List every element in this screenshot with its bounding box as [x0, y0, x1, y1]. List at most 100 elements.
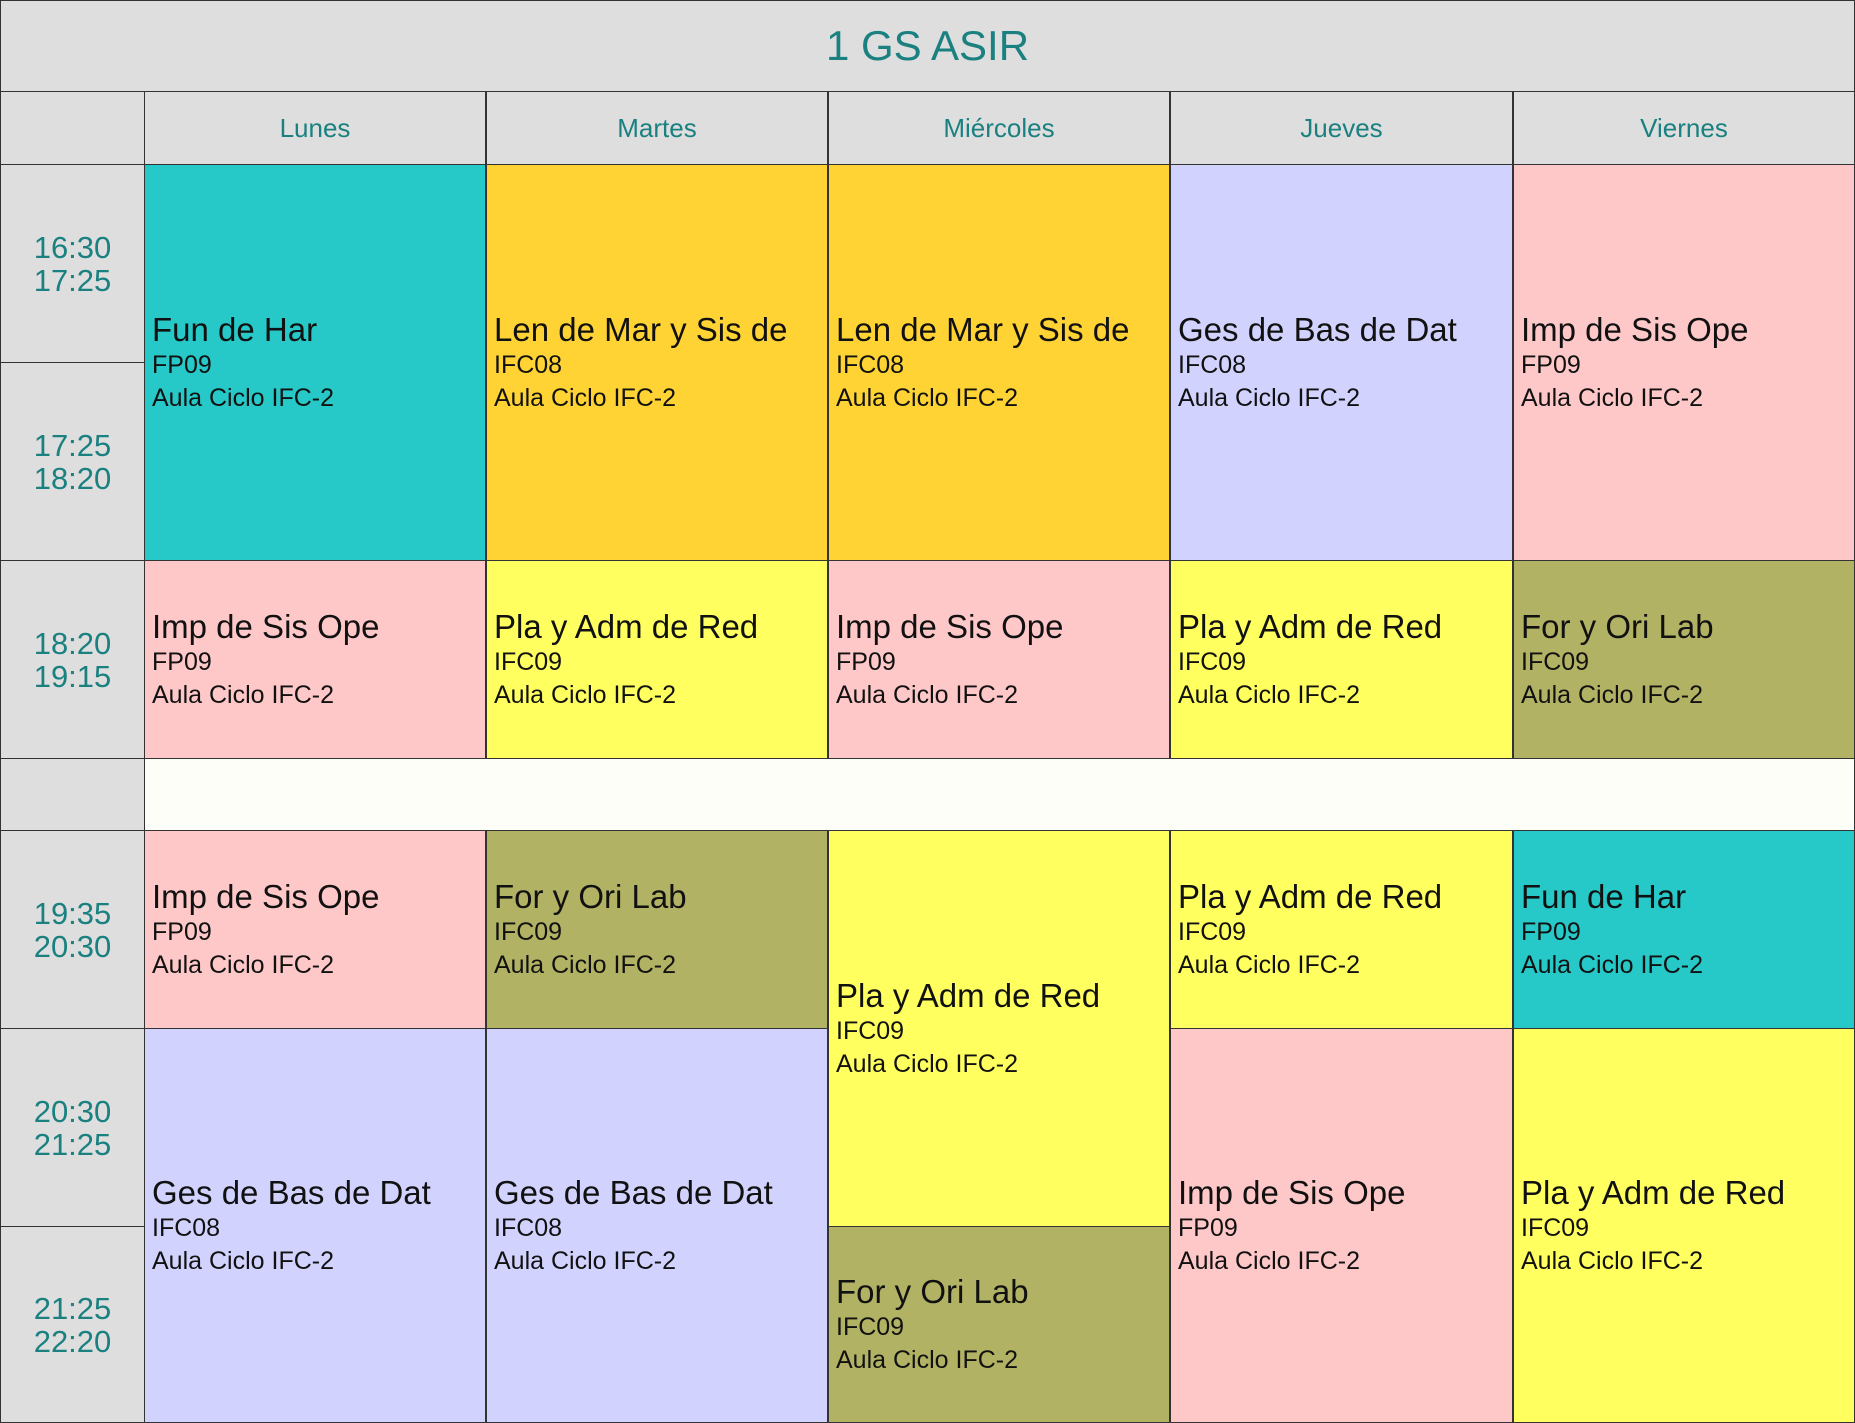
slot-start-time: 19:35: [33, 895, 112, 931]
class-session[interactable]: Fun de Har FP09 Aula Ciclo IFC-2: [144, 164, 486, 561]
class-session[interactable]: Ges de Bas de Dat IFC08 Aula Ciclo IFC-2: [486, 1028, 828, 1423]
session-subject: Ges de Bas de Dat: [494, 1173, 773, 1211]
session-subject: Fun de Har: [152, 310, 318, 348]
session-group: IFC08: [152, 1213, 221, 1242]
timetable-sheet: 1 GS ASIR Lunes Martes Miércoles Jueves Vier…: [0, 0, 1855, 1423]
session-subject: Pla y Adm de Red: [836, 976, 1101, 1014]
session-subject: Ges de Bas de Dat: [152, 1173, 431, 1211]
session-subject: Pla y Adm de Red: [1178, 607, 1443, 645]
session-room: Aula Ciclo IFC-2: [1521, 680, 1703, 709]
time-slot-label: 17:25 18:20: [0, 362, 145, 561]
class-session[interactable]: For y Ori Lab IFC09 Aula Ciclo IFC-2: [486, 830, 828, 1029]
time-slot-label: 16:30 17:25: [0, 164, 145, 363]
session-subject: Ges de Bas de Dat: [1178, 310, 1457, 348]
day-header: Miércoles: [828, 91, 1170, 165]
session-room: Aula Ciclo IFC-2: [152, 383, 334, 412]
class-session[interactable]: Len de Mar y Sis de IFC08 Aula Ciclo IFC-2: [486, 164, 828, 561]
class-session[interactable]: For y Ori Lab IFC09 Aula Ciclo IFC-2: [1513, 560, 1855, 759]
class-session[interactable]: Pla y Adm de Red IFC09 Aula Ciclo IFC-2: [1513, 1028, 1855, 1423]
class-session[interactable]: Pla y Adm de Red IFC09 Aula Ciclo IFC-2: [486, 560, 828, 759]
header-corner: [0, 91, 145, 165]
class-session[interactable]: Imp de Sis Ope FP09 Aula Ciclo IFC-2: [144, 830, 486, 1029]
day-header: Martes: [486, 91, 828, 165]
session-room: Aula Ciclo IFC-2: [494, 680, 676, 709]
slot-start-time: 18:20: [33, 625, 112, 661]
session-subject: Imp de Sis Ope: [152, 877, 380, 915]
session-group: FP09: [836, 647, 896, 676]
session-group: FP09: [1521, 917, 1581, 946]
session-group: IFC09: [836, 1016, 905, 1045]
session-group: FP09: [152, 350, 212, 379]
slot-end-time: 19:15: [33, 658, 112, 694]
session-room: Aula Ciclo IFC-2: [836, 1345, 1018, 1374]
session-subject: Fun de Har: [1521, 877, 1687, 915]
class-session[interactable]: Imp de Sis Ope FP09 Aula Ciclo IFC-2: [828, 560, 1170, 759]
session-group: IFC09: [1178, 917, 1247, 946]
slot-start-time: 21:25: [33, 1290, 112, 1326]
slot-end-time: 18:20: [33, 460, 112, 496]
session-room: Aula Ciclo IFC-2: [1178, 950, 1360, 979]
class-session[interactable]: For y Ori Lab IFC09 Aula Ciclo IFC-2: [828, 1226, 1170, 1423]
session-subject: For y Ori Lab: [494, 877, 687, 915]
session-room: Aula Ciclo IFC-2: [494, 950, 676, 979]
session-group: IFC09: [1521, 647, 1590, 676]
slot-start-time: 16:30: [33, 229, 112, 265]
session-group: FP09: [152, 917, 212, 946]
class-session[interactable]: Ges de Bas de Dat IFC08 Aula Ciclo IFC-2: [1170, 164, 1513, 561]
session-group: IFC08: [494, 1213, 563, 1242]
session-group: FP09: [1178, 1213, 1238, 1242]
session-group: FP09: [152, 647, 212, 676]
session-room: Aula Ciclo IFC-2: [1521, 1246, 1703, 1275]
class-session[interactable]: Imp de Sis Ope FP09 Aula Ciclo IFC-2: [1170, 1028, 1513, 1423]
slot-start-time: 17:25: [33, 427, 112, 463]
session-room: Aula Ciclo IFC-2: [836, 383, 1018, 412]
session-group: IFC08: [836, 350, 905, 379]
slot-end-time: 21:25: [33, 1126, 112, 1162]
session-subject: Len de Mar y Sis de: [836, 310, 1130, 348]
session-group: IFC09: [494, 917, 563, 946]
session-room: Aula Ciclo IFC-2: [494, 383, 676, 412]
class-session[interactable]: Len de Mar y Sis de IFC08 Aula Ciclo IFC-2: [828, 164, 1170, 561]
session-room: Aula Ciclo IFC-2: [1521, 383, 1703, 412]
slot-end-time: 22:20: [33, 1323, 112, 1359]
session-subject: Len de Mar y Sis de: [494, 310, 788, 348]
session-group: IFC09: [836, 1312, 905, 1341]
session-subject: Imp de Sis Ope: [1178, 1173, 1406, 1211]
class-session[interactable]: Pla y Adm de Red IFC09 Aula Ciclo IFC-2: [1170, 560, 1513, 759]
session-group: IFC08: [494, 350, 563, 379]
slot-end-time: 17:25: [33, 262, 112, 298]
timetable-title: 1 GS ASIR: [0, 0, 1855, 92]
time-slot-label: 21:25 22:20: [0, 1226, 145, 1423]
session-group: IFC08: [1178, 350, 1247, 379]
day-header: Jueves: [1170, 91, 1513, 165]
class-session[interactable]: Imp de Sis Ope FP09 Aula Ciclo IFC-2: [144, 560, 486, 759]
session-group: IFC09: [494, 647, 563, 676]
class-session[interactable]: Ges de Bas de Dat IFC08 Aula Ciclo IFC-2: [144, 1028, 486, 1423]
class-session[interactable]: Pla y Adm de Red IFC09 Aula Ciclo IFC-2: [828, 830, 1170, 1227]
session-subject: Imp de Sis Ope: [152, 607, 380, 645]
session-group: IFC09: [1521, 1213, 1590, 1242]
session-subject: For y Ori Lab: [1521, 607, 1714, 645]
session-room: Aula Ciclo IFC-2: [1521, 950, 1703, 979]
class-session[interactable]: Pla y Adm de Red IFC09 Aula Ciclo IFC-2: [1170, 830, 1513, 1029]
session-room: Aula Ciclo IFC-2: [836, 680, 1018, 709]
session-room: Aula Ciclo IFC-2: [494, 1246, 676, 1275]
session-subject: Pla y Adm de Red: [494, 607, 759, 645]
session-room: Aula Ciclo IFC-2: [1178, 1246, 1360, 1275]
session-room: Aula Ciclo IFC-2: [152, 1246, 334, 1275]
session-group: FP09: [1521, 350, 1581, 379]
slot-start-time: 20:30: [33, 1093, 112, 1129]
class-session[interactable]: Fun de Har FP09 Aula Ciclo IFC-2: [1513, 830, 1855, 1029]
break-row: [144, 758, 1855, 831]
session-room: Aula Ciclo IFC-2: [1178, 680, 1360, 709]
day-header: Lunes: [144, 91, 486, 165]
session-room: Aula Ciclo IFC-2: [152, 950, 334, 979]
session-group: IFC09: [1178, 647, 1247, 676]
class-session[interactable]: Imp de Sis Ope FP09 Aula Ciclo IFC-2: [1513, 164, 1855, 561]
time-slot-label: 18:20 19:15: [0, 560, 145, 759]
time-slot-label: 20:30 21:25: [0, 1028, 145, 1227]
session-subject: For y Ori Lab: [836, 1272, 1029, 1310]
time-slot-label: 19:35 20:30: [0, 830, 145, 1029]
session-subject: Imp de Sis Ope: [836, 607, 1064, 645]
session-room: Aula Ciclo IFC-2: [152, 680, 334, 709]
